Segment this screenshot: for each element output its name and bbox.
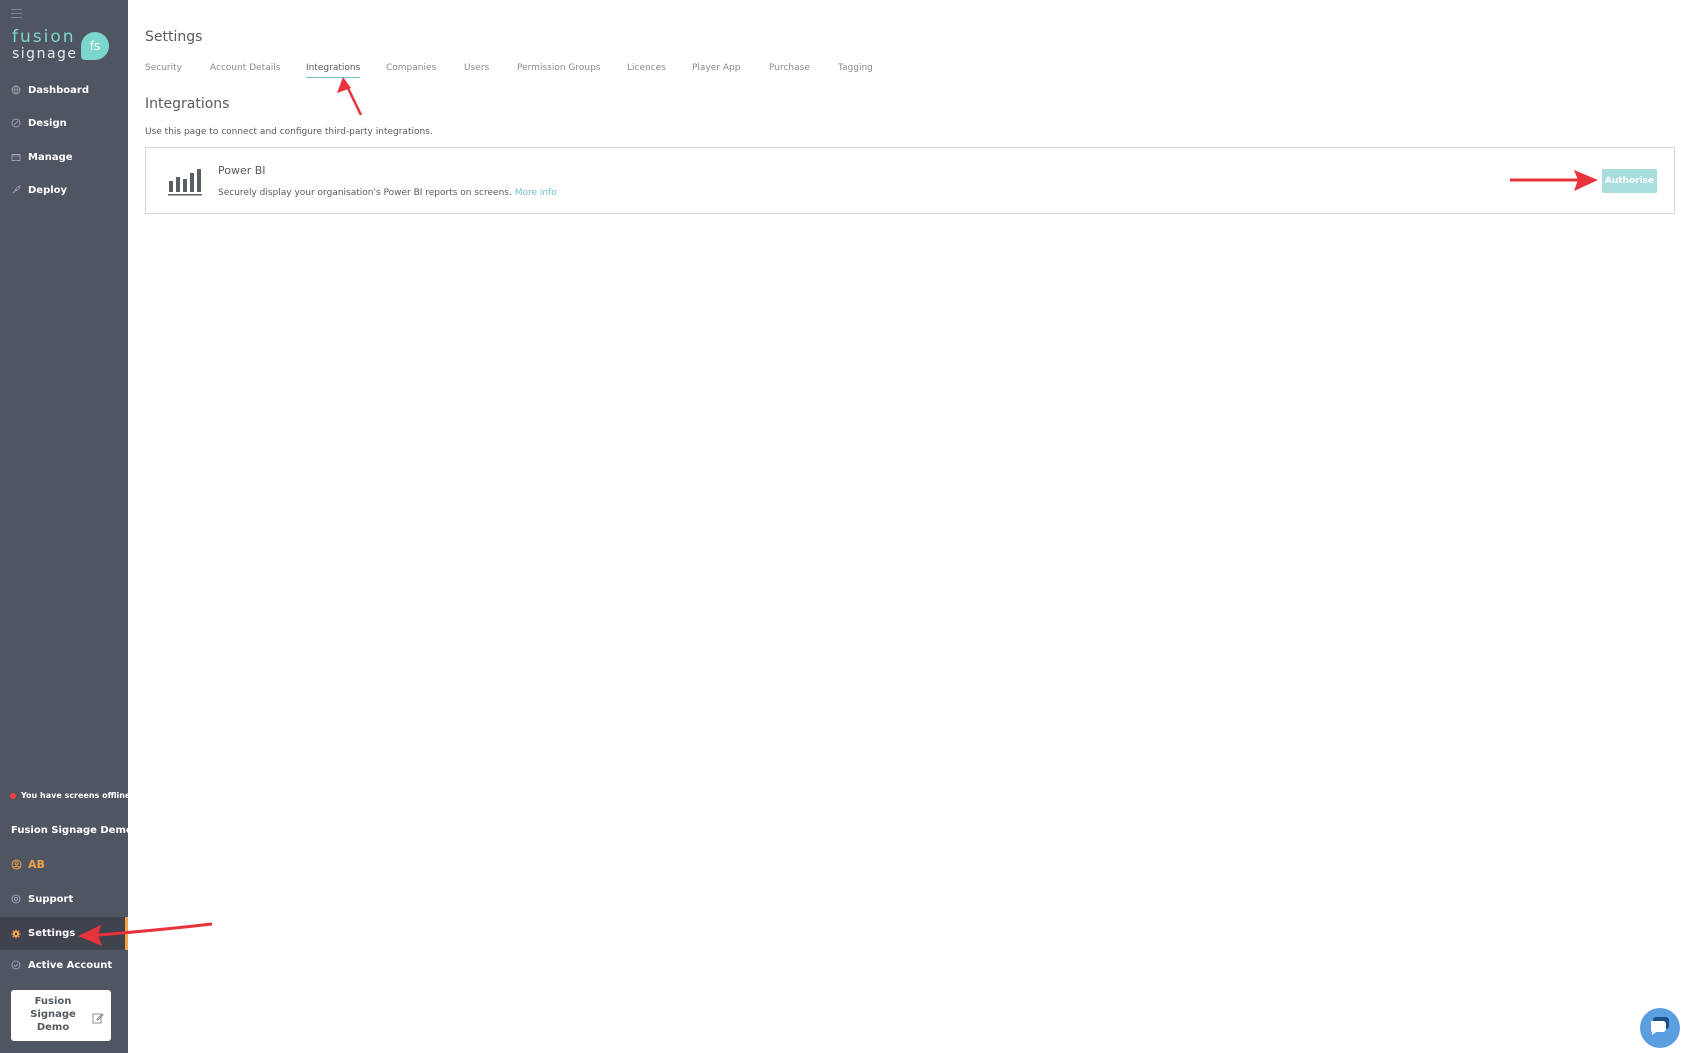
tab-purchase[interactable]: Purchase bbox=[769, 63, 810, 73]
offline-notice[interactable]: You have screens offline bbox=[10, 791, 130, 800]
section-description: Use this page to connect and configure t… bbox=[145, 127, 433, 137]
fusion-signage-logo[interactable]: fusion signage fs bbox=[12, 28, 112, 64]
sidebar-item-support[interactable]: Support bbox=[0, 886, 128, 912]
integration-name: Power BI bbox=[218, 164, 266, 177]
integration-description: Securely display your organisation's Pow… bbox=[218, 188, 557, 198]
edit-icon[interactable] bbox=[92, 1009, 104, 1024]
sidebar: fusion signage fs Dashboard Design Manag… bbox=[0, 0, 133, 1053]
user-initials: AB bbox=[28, 858, 45, 871]
globe-icon bbox=[11, 85, 21, 95]
arrow-to-integrations-tab bbox=[337, 77, 363, 116]
tab-licences[interactable]: Licences bbox=[627, 63, 666, 73]
gear-icon bbox=[11, 929, 21, 939]
folder-icon bbox=[11, 152, 21, 162]
sidebar-item-deploy[interactable]: Deploy bbox=[0, 177, 128, 203]
tab-account-details[interactable]: Account Details bbox=[210, 63, 280, 73]
hamburger-menu-icon[interactable] bbox=[11, 9, 22, 18]
sidebar-item-dashboard[interactable]: Dashboard bbox=[0, 77, 128, 103]
active-account-box[interactable]: Fusion Signage Demo bbox=[11, 990, 111, 1041]
chat-bubble-icon bbox=[1649, 1016, 1671, 1040]
integration-card-power-bi: Power BI Securely display your organisat… bbox=[145, 147, 1675, 214]
tab-player-app[interactable]: Player App bbox=[692, 63, 740, 73]
check-circle-icon bbox=[11, 960, 21, 970]
company-name: Fusion Signage Demo bbox=[11, 825, 133, 836]
active-account-name: Fusion Signage Demo bbox=[30, 996, 76, 1033]
design-icon bbox=[11, 118, 21, 128]
tab-companies[interactable]: Companies bbox=[386, 63, 436, 73]
tab-users[interactable]: Users bbox=[464, 63, 489, 73]
power-bi-icon bbox=[168, 168, 202, 196]
support-icon bbox=[11, 894, 21, 904]
rocket-icon bbox=[11, 185, 21, 195]
authorise-button[interactable]: Authorise bbox=[1602, 169, 1657, 193]
chat-button[interactable] bbox=[1640, 1008, 1680, 1048]
offline-status-dot bbox=[10, 792, 16, 799]
page-title: Settings bbox=[145, 29, 203, 45]
user-icon bbox=[11, 855, 22, 874]
tab-tagging[interactable]: Tagging bbox=[838, 63, 873, 73]
tab-security[interactable]: Security bbox=[145, 63, 182, 73]
section-title: Integrations bbox=[145, 96, 230, 112]
user-menu[interactable]: AB bbox=[11, 855, 45, 874]
sidebar-item-manage[interactable]: Manage bbox=[0, 144, 128, 170]
sidebar-item-design[interactable]: Design bbox=[0, 110, 128, 136]
more-info-link[interactable]: More info bbox=[515, 188, 557, 198]
tab-integrations[interactable]: Integrations bbox=[306, 63, 361, 78]
logo-badge: fs bbox=[81, 32, 109, 60]
tab-permission-groups[interactable]: Permission Groups bbox=[517, 63, 601, 73]
sidebar-item-active-account[interactable]: Active Account bbox=[0, 952, 128, 978]
sidebar-item-settings[interactable]: Settings bbox=[0, 917, 128, 950]
